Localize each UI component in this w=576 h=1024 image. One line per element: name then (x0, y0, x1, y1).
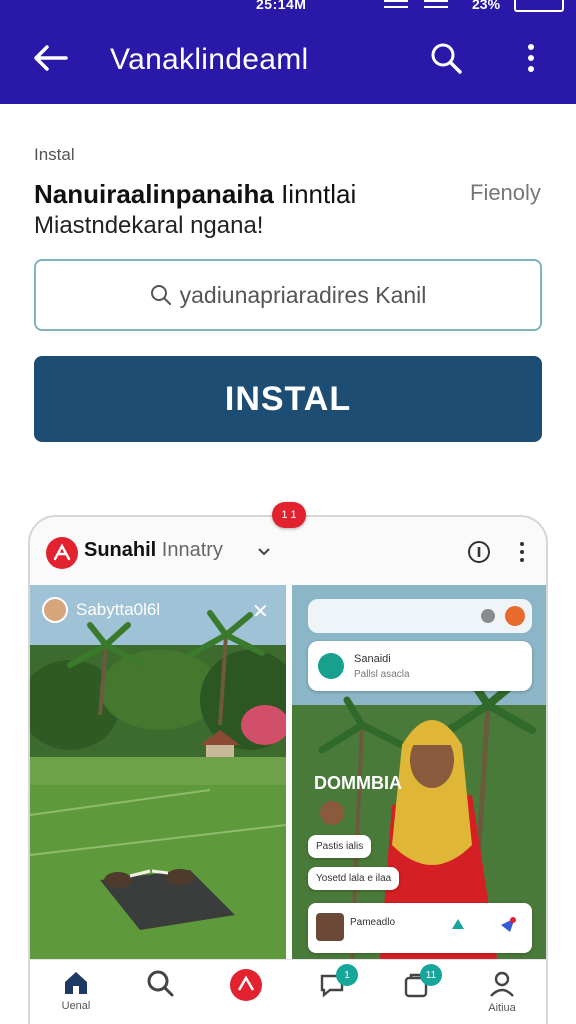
person-icon (490, 971, 514, 997)
developer-name: Miastndekaral ngana! (34, 212, 264, 239)
nav-search[interactable] (130, 968, 190, 1024)
nav-home[interactable]: Uenal (46, 968, 106, 1024)
message-sender: Sanaidi (354, 653, 391, 665)
chat-bubble: Yosetd lala e ilaa (308, 867, 400, 890)
more-vertical-icon[interactable] (514, 539, 530, 565)
nav-orders[interactable]: 11 (386, 964, 446, 1024)
app-bar: 25:14M 23% Vanaklindeaml (0, 0, 576, 104)
create-icon (230, 969, 262, 1001)
message-card[interactable]: Sanaidi Pallsl asacla (308, 641, 532, 691)
avatar (505, 606, 525, 626)
chat-bubble: Pastis ialis (308, 835, 372, 858)
message-count-badge: 1 (336, 964, 358, 986)
brand-logo-icon (46, 537, 78, 569)
message-preview: Pallsl asacla (354, 669, 410, 680)
install-button[interactable]: INSTAL (34, 356, 542, 442)
app-name-rest: Iinntlai (273, 179, 357, 209)
share-icon[interactable] (448, 915, 468, 935)
overlay-caption: DOMMBIA (314, 773, 402, 793)
garden-photo[interactable]: Sabytta0l6l ✕ (30, 585, 286, 959)
nav-messages[interactable]: 1 (302, 964, 362, 1024)
search-placeholder: yadiunapriaradires Kanil (179, 281, 427, 308)
app-screen: 25:14M 23% Vanaklindeaml Instal Nanuiraa… (0, 0, 576, 1024)
search-icon (147, 970, 174, 997)
battery-level: 23% (472, 0, 501, 12)
status-time: 25:14M (256, 0, 307, 12)
notification-badge: 1 1 (272, 502, 306, 528)
chat-preview[interactable]: Sanaidi Pallsl asacla DOMMBIA Pastis ial… (292, 585, 546, 959)
home-icon (65, 972, 87, 994)
garden-scene-image (30, 585, 286, 959)
avatar (42, 597, 68, 623)
wifi-icon (424, 0, 448, 8)
nav-home-label: Uenal (61, 1000, 91, 1012)
screenshot-preview[interactable]: Sunahil Innatry Sabytta0l6l ✕ Sanaidi Pa… (28, 515, 548, 1024)
category-label: Fienoly (470, 180, 541, 205)
arrow-left-icon (34, 45, 68, 71)
search-icon (150, 285, 171, 305)
chat-bubble-icon (318, 653, 344, 679)
strip-label: Pameadlo (350, 917, 396, 928)
chevron-down-icon[interactable] (256, 543, 272, 559)
brand-name: Sunahil Innatry (84, 539, 223, 562)
send-icon[interactable] (498, 915, 518, 935)
overflow-menu-button[interactable] (514, 38, 548, 78)
nav-profile-label: Aitiua (488, 1002, 516, 1014)
app-title: Vanaklindeaml (110, 43, 309, 76)
nav-profile[interactable]: Aitiua (472, 968, 532, 1024)
story-tag: Sabytta0l6l (42, 597, 160, 623)
chat-topbar (308, 599, 532, 633)
app-name: Nanuiraalinpanaiha Iinntlai (34, 178, 356, 210)
close-icon[interactable]: ✕ (252, 599, 269, 624)
listing-label: Instal (34, 145, 75, 164)
search-input[interactable]: yadiunapriaradires Kanil (34, 259, 542, 331)
avatar (316, 913, 344, 941)
search-button[interactable] (424, 38, 468, 78)
search-icon (431, 43, 462, 74)
orders-count-badge: 11 (420, 964, 442, 986)
more-vertical-icon (528, 44, 534, 72)
battery-icon (514, 0, 564, 12)
status-bar: 25:14M 23% (0, 0, 576, 14)
signal-icon (384, 0, 408, 8)
bottom-navigation: Uenal 1 11 Aitiua (30, 959, 546, 1024)
brand-name-bold: Sunahil (84, 539, 157, 561)
info-icon[interactable] (466, 539, 492, 565)
action-strip: Pameadlo (308, 903, 532, 953)
back-button[interactable] (28, 38, 72, 78)
story-name: Sabytta0l6l (76, 600, 161, 619)
nav-create[interactable] (216, 968, 276, 1024)
app-name-bold: Nanuiraalinpanaiha (34, 179, 274, 209)
check-icon (481, 609, 495, 623)
brand-name-rest: Innatry (156, 539, 223, 561)
